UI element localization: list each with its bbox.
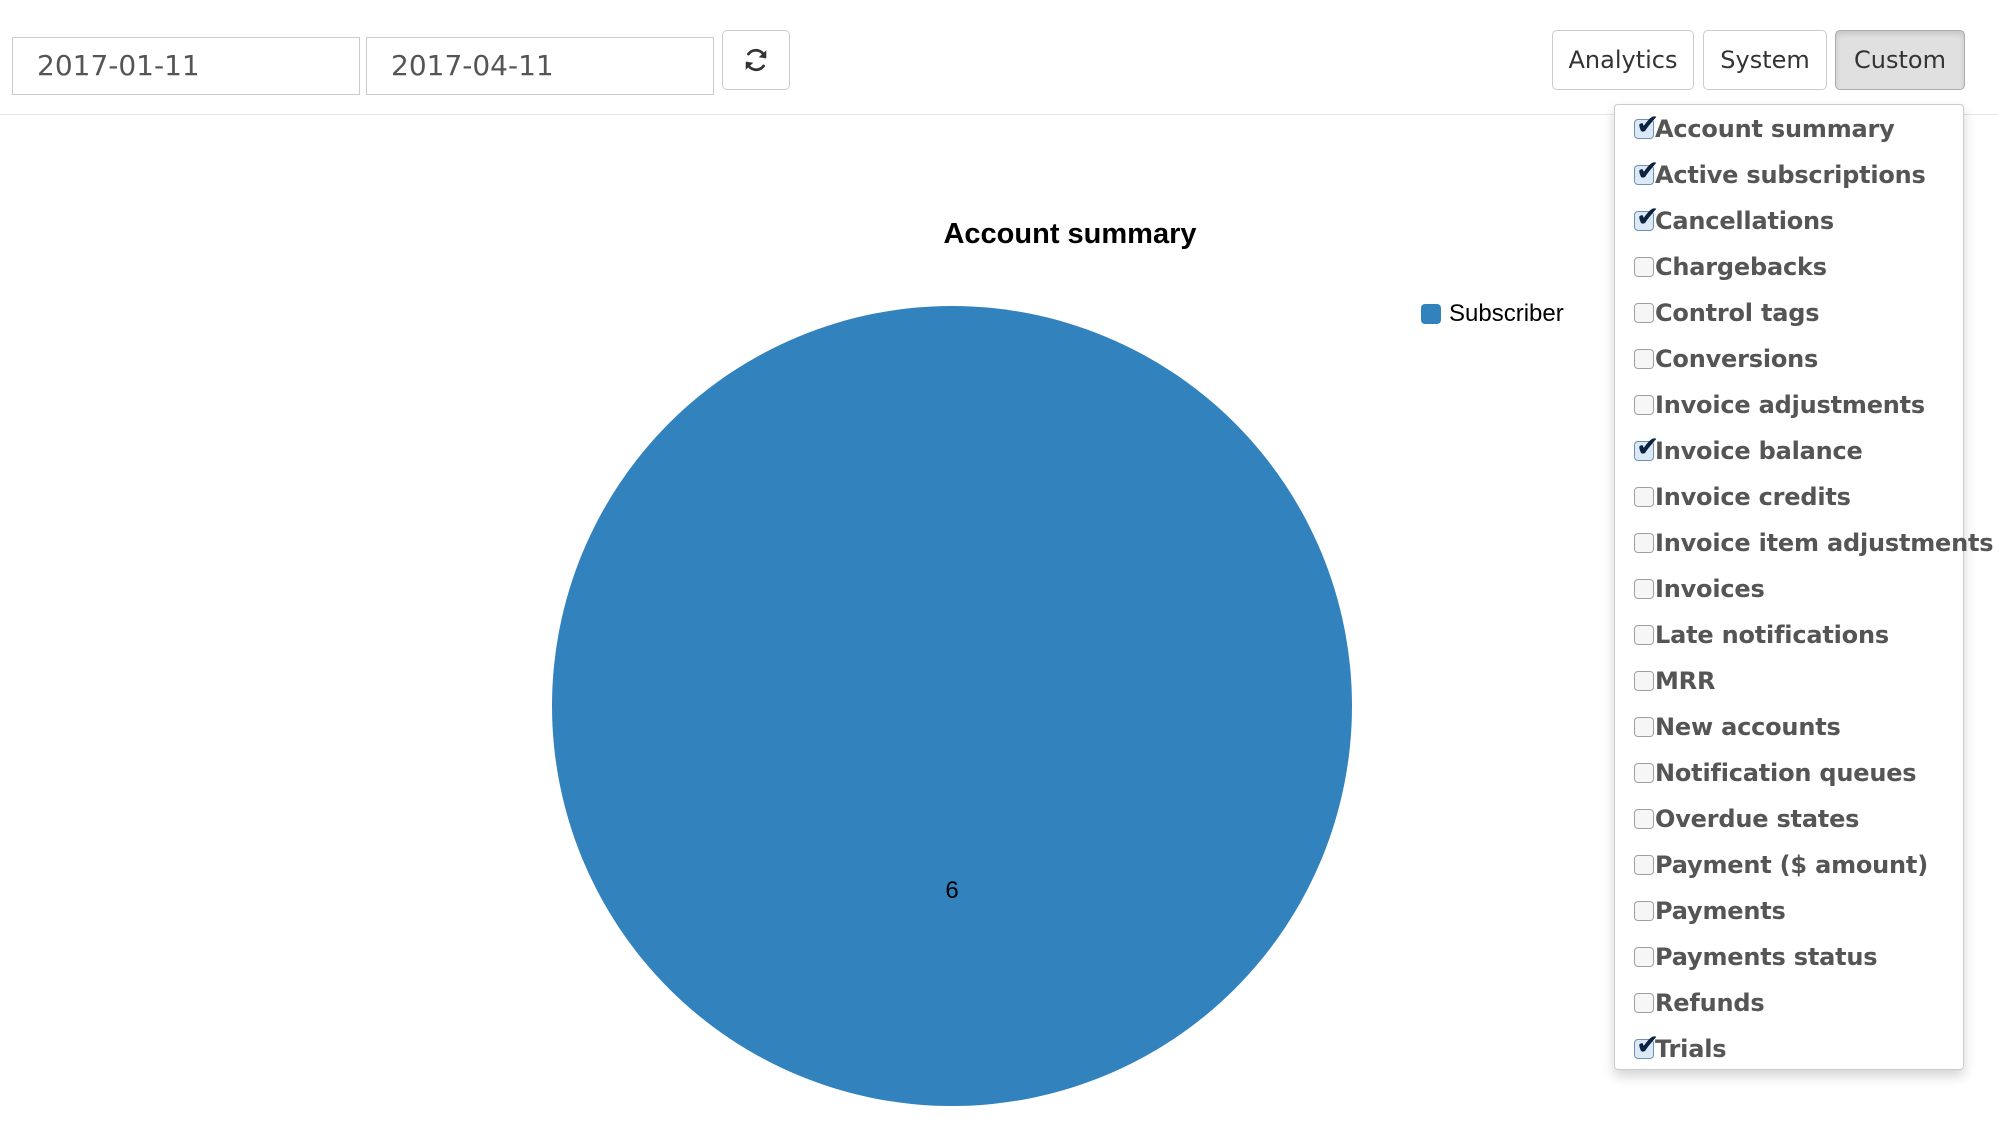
report-checkbox[interactable] [1634,579,1654,599]
report-option-cancellations[interactable]: ✔ Cancellations [1634,201,1834,241]
pie-data-label: 6 [945,877,958,904]
dashboard-page: 2017-01-11 2017-04-11 Analytics System C… [0,0,1998,1124]
report-checkbox[interactable] [1634,809,1654,829]
report-checkbox[interactable]: ✔ [1634,111,1659,139]
report-option-control-tags[interactable]: Control tags [1634,293,1820,333]
report-option-account-summary[interactable]: ✔ Account summary [1634,109,1895,149]
report-option-label: Payments status [1655,943,1878,971]
report-option-new-accounts[interactable]: New accounts [1634,707,1841,747]
check-icon: ✔ [1636,108,1660,141]
pie-slice-subscriber [552,306,1352,1106]
report-option-label: Invoices [1655,575,1765,603]
report-checkbox[interactable] [1634,993,1654,1013]
report-checkbox[interactable] [1634,763,1654,783]
report-option-invoice-adjustments[interactable]: Invoice adjustments [1634,385,1925,425]
report-option-overdue-states[interactable]: Overdue states [1634,799,1859,839]
report-option-refunds[interactable]: Refunds [1634,983,1765,1023]
report-option-label: Payments [1655,897,1786,925]
report-option-chargebacks[interactable]: Chargebacks [1634,247,1827,287]
report-checkbox[interactable] [1634,533,1654,553]
report-checkbox[interactable] [1634,487,1654,507]
report-checkbox[interactable] [1634,947,1654,967]
report-checkbox[interactable]: ✔ [1634,1031,1659,1059]
report-option-label: Conversions [1655,345,1819,373]
report-option-label: Chargebacks [1655,253,1827,281]
report-option-payment-amount[interactable]: Payment ($ amount) [1634,845,1928,885]
legend-label-subscriber: Subscriber [1449,300,1564,327]
report-option-invoices[interactable]: Invoices [1634,569,1765,609]
report-option-late-notifications[interactable]: Late notifications [1634,615,1889,655]
report-checkbox[interactable] [1634,257,1654,277]
report-option-label: Overdue states [1655,805,1860,833]
report-option-label: Control tags [1655,299,1820,327]
report-option-label: Refunds [1655,989,1765,1017]
report-checkbox[interactable] [1634,349,1654,369]
report-option-invoice-credits[interactable]: Invoice credits [1634,477,1851,517]
report-option-payments-status[interactable]: Payments status [1634,937,1878,977]
report-option-label: Account summary [1655,115,1895,143]
report-option-trials[interactable]: ✔ Trials [1634,1029,1727,1069]
report-checkbox[interactable] [1634,625,1654,645]
report-checkbox[interactable] [1634,717,1654,737]
report-checkbox[interactable] [1634,671,1654,691]
check-icon: ✔ [1636,200,1660,233]
report-option-label: Cancellations [1655,207,1835,235]
legend-swatch-subscriber [1421,304,1441,324]
report-checkbox[interactable] [1634,303,1654,323]
report-option-notification-queues[interactable]: Notification queues [1634,753,1917,793]
report-option-conversions[interactable]: Conversions [1634,339,1818,379]
report-option-label: MRR [1655,667,1716,695]
report-option-label: Payment ($ amount) [1655,851,1928,879]
report-option-label: New accounts [1655,713,1841,741]
check-icon: ✔ [1636,430,1660,463]
report-option-active-subscriptions[interactable]: ✔ Active subscriptions [1634,155,1926,195]
report-option-mrr[interactable]: MRR [1634,661,1715,701]
check-icon: ✔ [1636,154,1660,187]
report-checkbox[interactable] [1634,855,1654,875]
report-option-label: Notification queues [1655,759,1917,787]
report-checkbox[interactable] [1634,395,1654,415]
report-option-invoice-item-adjustments[interactable]: Invoice item adjustments [1634,523,1994,563]
report-option-label: Invoice balance [1655,437,1863,465]
report-option-label: Invoice adjustments [1655,391,1926,419]
report-checkbox[interactable]: ✔ [1634,433,1659,461]
report-option-label: Active subscriptions [1655,161,1926,189]
check-icon: ✔ [1636,1028,1660,1061]
report-option-label: Invoice item adjustments [1655,529,1994,557]
report-checkbox[interactable] [1634,901,1654,921]
chart-legend[interactable]: Subscriber [1421,300,1564,328]
report-checkbox[interactable]: ✔ [1634,157,1659,185]
report-option-label: Invoice credits [1655,483,1851,511]
report-option-label: Trials [1655,1035,1727,1063]
report-option-label: Late notifications [1655,621,1889,649]
report-option-payments[interactable]: Payments [1634,891,1786,931]
report-checkbox[interactable]: ✔ [1634,203,1659,231]
report-option-invoice-balance[interactable]: ✔ Invoice balance [1634,431,1863,471]
custom-reports-dropdown: ✔ Account summary ✔ Active subscriptions ✔ Ca… [1614,104,1994,1070]
